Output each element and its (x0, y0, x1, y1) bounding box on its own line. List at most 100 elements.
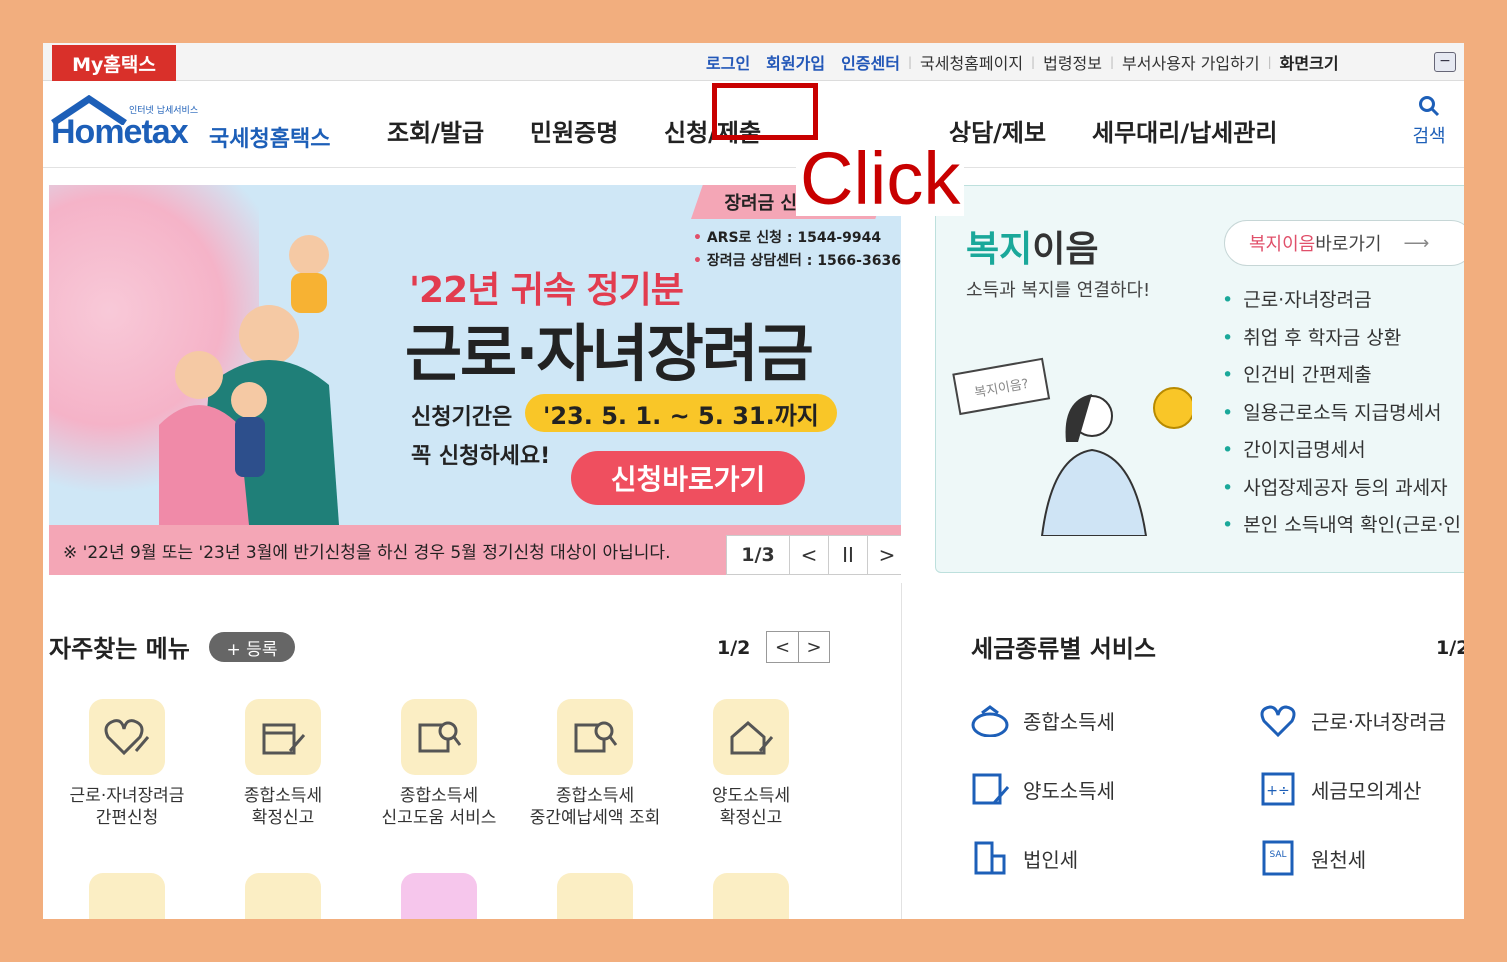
login-link[interactable]: 로그인 (698, 50, 758, 74)
welfare-list-item[interactable]: 인건비 간편제출 (1222, 357, 1461, 395)
favorite-tile-label: 종합소득세 확정신고 (243, 786, 323, 828)
utility-bar: My홈택스 로그인 회원가입 인증센터 | 국세청홈페이지 | 법령정보 | 부… (43, 43, 1464, 81)
tax-service-label: 원천세 (1311, 847, 1367, 872)
welfare-list-item[interactable]: 사업장제공자 등의 과세자 (1222, 470, 1461, 508)
welfare-list-item[interactable]: 간이지급명세서 (1222, 432, 1461, 470)
banner-next-button[interactable]: > (867, 536, 901, 574)
banner-controls: 1/3 < II > (726, 535, 901, 575)
tax-service-label: 법인세 (1023, 847, 1079, 872)
certificate-center-link[interactable]: 인증센터 (833, 50, 908, 74)
banner-contact: • ARS로 신청 : 1544-9944 • 장려금 상담센터 : 1566-… (693, 230, 901, 269)
center-line: 장려금 상담센터 : 1566-3636 (706, 253, 901, 269)
welfare-list-item[interactable]: 본인 소득내역 확인(근로·인 (1222, 507, 1461, 545)
search-button[interactable]: 검색 (1401, 95, 1457, 148)
header-divider (43, 167, 1464, 168)
tax-service-item[interactable]: 종합소득세 (969, 699, 1115, 741)
logo-wordmark: Hometax (51, 113, 189, 151)
house-pen-icon (713, 699, 789, 775)
gnb-item-consult[interactable]: 상담/제보 (949, 113, 1092, 148)
ars-line: ARS로 신청 : 1544-9944 (706, 230, 882, 246)
tax-service-label: 근로·자녀장려금 (1311, 709, 1447, 734)
document-icon (89, 873, 165, 919)
tax-service-item[interactable]: 근로·자녀장려금 (1257, 699, 1446, 741)
favorite-tile[interactable]: 종합소득세 신고도움 서비스 (359, 699, 519, 829)
favorite-tile[interactable]: 양도소득세 확정신고 (671, 699, 831, 829)
favorites-page-indicator: 1/2 (717, 637, 751, 659)
favorite-tile[interactable]: 종합소득세 확정신고 (203, 699, 363, 829)
tax-service-label: 종합소득세 (1023, 709, 1115, 734)
hometax-logo[interactable]: 인터넷 납세서비스 Hometax 국세청홈택스 (49, 95, 349, 161)
favorite-tile[interactable]: 근로·자녀장려금 간편신청 (47, 699, 207, 829)
favorites-next-button[interactable]: > (798, 632, 829, 662)
law-info-link[interactable]: 법령정보 (1035, 50, 1110, 74)
favorite-tile-label: 근로·자녀장려금 간편신청 (69, 786, 185, 828)
signup-link[interactable]: 회원가입 (758, 50, 833, 74)
welfare-list: 근로·자녀장려금 취업 후 학자금 상환 인건비 간편제출 일용근로소득 지급명… (1222, 282, 1461, 545)
main-banner[interactable]: 장려금 신청·상담 • ARS로 신청 : 1544-9944 • 장려금 상담… (49, 185, 901, 575)
favorite-tile[interactable] (47, 873, 207, 919)
favorites-title: 자주찾는 메뉴 (49, 635, 190, 663)
tax-service-item[interactable]: SAL 원천세 (1257, 837, 1366, 879)
banner-title: 근로·자녀장려금 (405, 317, 814, 390)
favorites-register-button[interactable]: + 등록 (209, 632, 295, 662)
tax-service-item[interactable]: 양도소득세 (969, 768, 1115, 810)
tax-services-page-indicator: 1/2 (1436, 637, 1464, 659)
favorite-tile-label: 종합소득세 신고도움 서비스 (381, 786, 497, 828)
favorites-pager: < > (766, 631, 830, 663)
building-icon (969, 837, 1011, 879)
svg-text:+÷: +÷ (1266, 783, 1289, 799)
period-value: '23. 5. 1. ~ 5. 31.까지 (525, 394, 837, 432)
favorites-prev-button[interactable]: < (767, 632, 798, 662)
person-pen-icon (713, 873, 789, 919)
favorite-tile[interactable] (359, 873, 519, 919)
favorite-tile[interactable]: 종합소득세 중간예납세액 조회 (515, 699, 675, 829)
won-magnifier-icon (401, 699, 477, 775)
calendar-pen-icon (245, 699, 321, 775)
apply-now-button[interactable]: 신청바로가기 (571, 451, 805, 505)
welfare-goto-button[interactable]: 복지이음 바로가기 ⟶ (1224, 220, 1464, 266)
won-magnifier-icon (557, 699, 633, 775)
logo-korean: 국세청홈택스 (209, 127, 331, 152)
family-illustration (159, 235, 339, 525)
utility-links: 로그인 회원가입 인증센터 | 국세청홈페이지 | 법령정보 | 부서사용자 가… (698, 43, 1347, 81)
banner-prev-button[interactable]: < (789, 536, 828, 574)
gnb-item-certificate[interactable]: 민원증명 (530, 113, 664, 148)
favorite-tile[interactable] (203, 873, 363, 919)
gnb-item-inquiry[interactable]: 조회/발급 (387, 113, 530, 148)
favorite-tile-label: 종합소득세 중간예납세액 조회 (529, 786, 661, 828)
gnb-item-tax-agent[interactable]: 세무대리/납세관리 (1092, 113, 1277, 148)
welfare-list-item[interactable]: 근로·자녀장려금 (1222, 282, 1461, 320)
welfare-title: 복지이음 (966, 220, 1099, 272)
heart-hand-icon (1257, 699, 1299, 741)
money-bag-icon (557, 873, 633, 919)
click-annotation: Click (796, 142, 965, 216)
salary-document-icon: SAL (1257, 837, 1299, 879)
banner-pause-button[interactable]: II (828, 536, 867, 574)
favorite-tile[interactable] (671, 873, 831, 919)
welfare-panel: 복지이음 소득과 복지를 연결하다! 복지이음 바로가기 ⟶ 복지이음? 근로·자… (935, 185, 1464, 573)
headset-icon (401, 873, 477, 919)
welfare-list-item[interactable]: 일용근로소득 지급명세서 (1222, 395, 1461, 433)
tax-service-label: 양도소득세 (1023, 778, 1115, 803)
calculator-icon: +÷ (1257, 768, 1299, 810)
department-user-signup-link[interactable]: 부서사용자 가입하기 (1114, 50, 1268, 74)
welfare-list-item[interactable]: 취업 후 학자금 상환 (1222, 320, 1461, 358)
favorite-tile-label: 양도소득세 확정신고 (711, 786, 791, 828)
browser-viewport: My홈택스 로그인 회원가입 인증센터 | 국세청홈페이지 | 법령정보 | 부… (43, 43, 1464, 919)
tax-service-item[interactable]: 법인세 (969, 837, 1078, 879)
welfare-title-b: 이음 (1032, 229, 1099, 270)
welfare-subtitle: 소득과 복지를 연결하다! (966, 280, 1151, 301)
welfare-goto-a: 복지이음 (1249, 234, 1316, 255)
welfare-woman-illustration: 복지이음? (952, 357, 1192, 536)
login-highlight-box (712, 83, 818, 140)
money-bag-icon (245, 873, 321, 919)
tax-services-title: 세금종류별 서비스 (971, 635, 1156, 663)
nts-homepage-link[interactable]: 국세청홈페이지 (912, 50, 1031, 74)
tax-service-item[interactable]: +÷ 세금모의계산 (1257, 768, 1421, 810)
zoom-out-button[interactable]: − (1434, 52, 1456, 72)
my-hometax-button[interactable]: My홈택스 (52, 45, 176, 81)
search-icon (1419, 96, 1440, 117)
screen-size-label: 화면크기 (1279, 54, 1339, 73)
search-label: 검색 (1412, 126, 1446, 147)
favorite-tile[interactable] (515, 873, 675, 919)
